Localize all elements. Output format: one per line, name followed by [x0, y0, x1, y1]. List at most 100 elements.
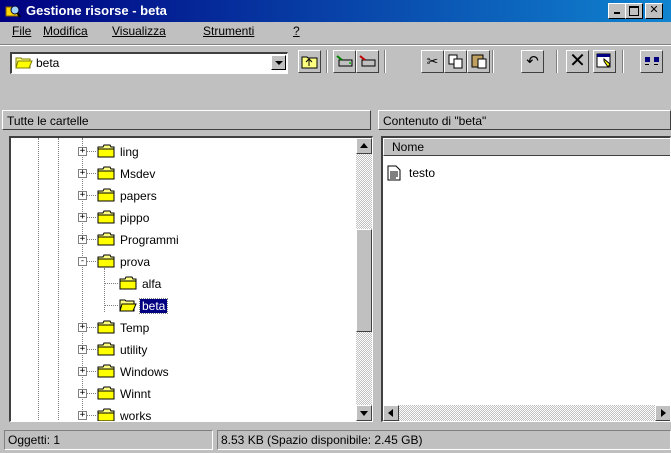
expand-icon[interactable]: + [78, 213, 87, 222]
collapse-icon[interactable]: - [78, 257, 87, 266]
expand-icon[interactable]: + [78, 147, 87, 156]
toolbar-separator [326, 50, 328, 73]
content-pane-title: Contenuto di "beta" [383, 114, 487, 128]
disconnect-drive-button[interactable] [356, 50, 379, 73]
content-pane-header: Contenuto di "beta" [378, 110, 671, 130]
menu-strumenti[interactable]: Strumenti [203, 24, 254, 38]
expand-icon[interactable]: + [78, 367, 87, 376]
scroll-right-button[interactable] [655, 405, 670, 421]
scroll-left-button[interactable] [383, 405, 399, 421]
tree-item-beta[interactable]: beta [11, 296, 351, 318]
scroll-down-button[interactable] [356, 405, 372, 421]
file-item-testo[interactable]: testo [387, 165, 487, 183]
maximize-icon [629, 6, 639, 16]
folder-icon [119, 276, 137, 290]
delete-button[interactable]: ✕ [566, 50, 589, 73]
tree-connector [104, 305, 118, 306]
tree-item-winnt[interactable]: + Winnt [11, 384, 351, 406]
tree-item-label: works [120, 409, 152, 422]
tree-item-pippo[interactable]: + pippo [11, 208, 351, 230]
up-folder-icon [301, 56, 318, 69]
address-dropdown-button[interactable] [271, 55, 286, 70]
menu-file[interactable]: File [12, 24, 31, 38]
toolbar-separator [622, 50, 624, 73]
close-button[interactable]: ✕ [645, 3, 663, 19]
scroll-up-button[interactable] [356, 138, 372, 154]
menu-modifica[interactable]: Modifica [43, 24, 88, 38]
tree-vertical-scrollbar[interactable] [356, 138, 372, 421]
menu-modifica-label: Modifica [43, 24, 88, 38]
title-bar[interactable]: Gestione risorse - beta ✕ [0, 0, 671, 22]
expand-icon[interactable]: + [78, 389, 87, 398]
expand-icon[interactable]: + [78, 235, 87, 244]
column-header-name[interactable]: Nome [383, 138, 670, 156]
cut-button[interactable]: ✂ [421, 50, 444, 73]
minimize-button[interactable] [608, 3, 626, 19]
expand-icon[interactable]: + [78, 191, 87, 200]
tree-item-papers[interactable]: + papers [11, 186, 351, 208]
file-item-label: testo [409, 166, 436, 180]
up-one-level-button[interactable] [298, 50, 321, 73]
expand-icon[interactable]: + [78, 411, 87, 420]
tree-item-msdev[interactable]: + Msdev [11, 164, 351, 186]
menu-visualizza-label: Visualizza [112, 24, 166, 38]
tree-item-prova[interactable]: - prova [11, 252, 351, 274]
expand-icon[interactable]: + [78, 169, 87, 178]
tree-item-temp[interactable]: + Temp [11, 318, 351, 340]
tree-pane-title: Tutte le cartelle [7, 114, 89, 128]
tree-item-programmi[interactable]: + Programmi [11, 230, 351, 252]
tree-pane-header: Tutte le cartelle [2, 110, 371, 130]
tree-item-works[interactable]: + works [11, 406, 351, 422]
expand-icon[interactable]: + [78, 345, 87, 354]
menu-file-label: File [12, 24, 32, 38]
pane-splitter[interactable] [374, 110, 378, 424]
column-header-label: Nome [392, 140, 425, 154]
arrow-right-icon [661, 409, 666, 417]
tree-item-label-selected: beta [138, 298, 169, 314]
tree-item-label: Msdev [120, 167, 156, 181]
folder-icon [97, 408, 115, 421]
text-file-icon [387, 165, 401, 181]
menu-help-label: ? [293, 24, 300, 38]
scroll-thumb[interactable] [356, 229, 372, 332]
tree-item-label: papers [120, 189, 157, 203]
cut-icon: ✂ [426, 53, 439, 69]
copy-button[interactable] [444, 50, 467, 73]
tree-item-label: pippo [120, 211, 150, 225]
arrow-left-icon [388, 409, 393, 417]
large-icons-button[interactable] [640, 50, 663, 73]
menu-bar: File Modifica Visualizza Strumenti ? [0, 22, 671, 42]
menu-help[interactable]: ? [293, 24, 300, 38]
undo-button[interactable]: ↶ [521, 50, 544, 73]
address-combo[interactable]: beta [10, 52, 288, 74]
tree-item-utility[interactable]: + utility [11, 340, 351, 362]
map-drive-button[interactable] [333, 50, 356, 73]
folder-icon [97, 342, 115, 356]
paste-button[interactable] [467, 50, 490, 73]
content-horizontal-scrollbar[interactable] [383, 405, 670, 421]
maximize-button[interactable] [625, 3, 643, 19]
status-objects: Oggetti: 1 [4, 430, 213, 450]
tree-item-label: Programmi [120, 233, 179, 247]
disconnect-drive-icon [358, 55, 375, 67]
arrow-down-icon [360, 411, 368, 416]
properties-icon [596, 53, 611, 68]
tree-item-windows[interactable]: + Windows [11, 362, 351, 384]
expand-icon[interactable]: + [78, 323, 87, 332]
menu-visualizza[interactable]: Visualizza [112, 24, 166, 38]
tree-item-ling[interactable]: + ling [11, 142, 351, 164]
properties-button[interactable] [593, 50, 616, 73]
folder-icon [97, 188, 115, 202]
delete-icon: ✕ [569, 50, 586, 72]
toolbar-separator [492, 50, 494, 73]
copy-icon [448, 54, 462, 69]
folder-icon [97, 166, 115, 180]
menu-strumenti-label: Strumenti [203, 24, 255, 38]
tree-item-label: utility [120, 343, 148, 357]
folder-tree[interactable]: + ling + Msdev + papers + pippo + Progra… [9, 136, 373, 422]
address-value: beta [36, 56, 60, 70]
status-size: 8.53 KB (Spazio disponibile: 2.45 GB) [217, 430, 671, 450]
map-drive-icon [335, 55, 352, 67]
tree-item-alfa[interactable]: alfa [11, 274, 351, 296]
file-list[interactable]: Nome testo [381, 136, 671, 422]
